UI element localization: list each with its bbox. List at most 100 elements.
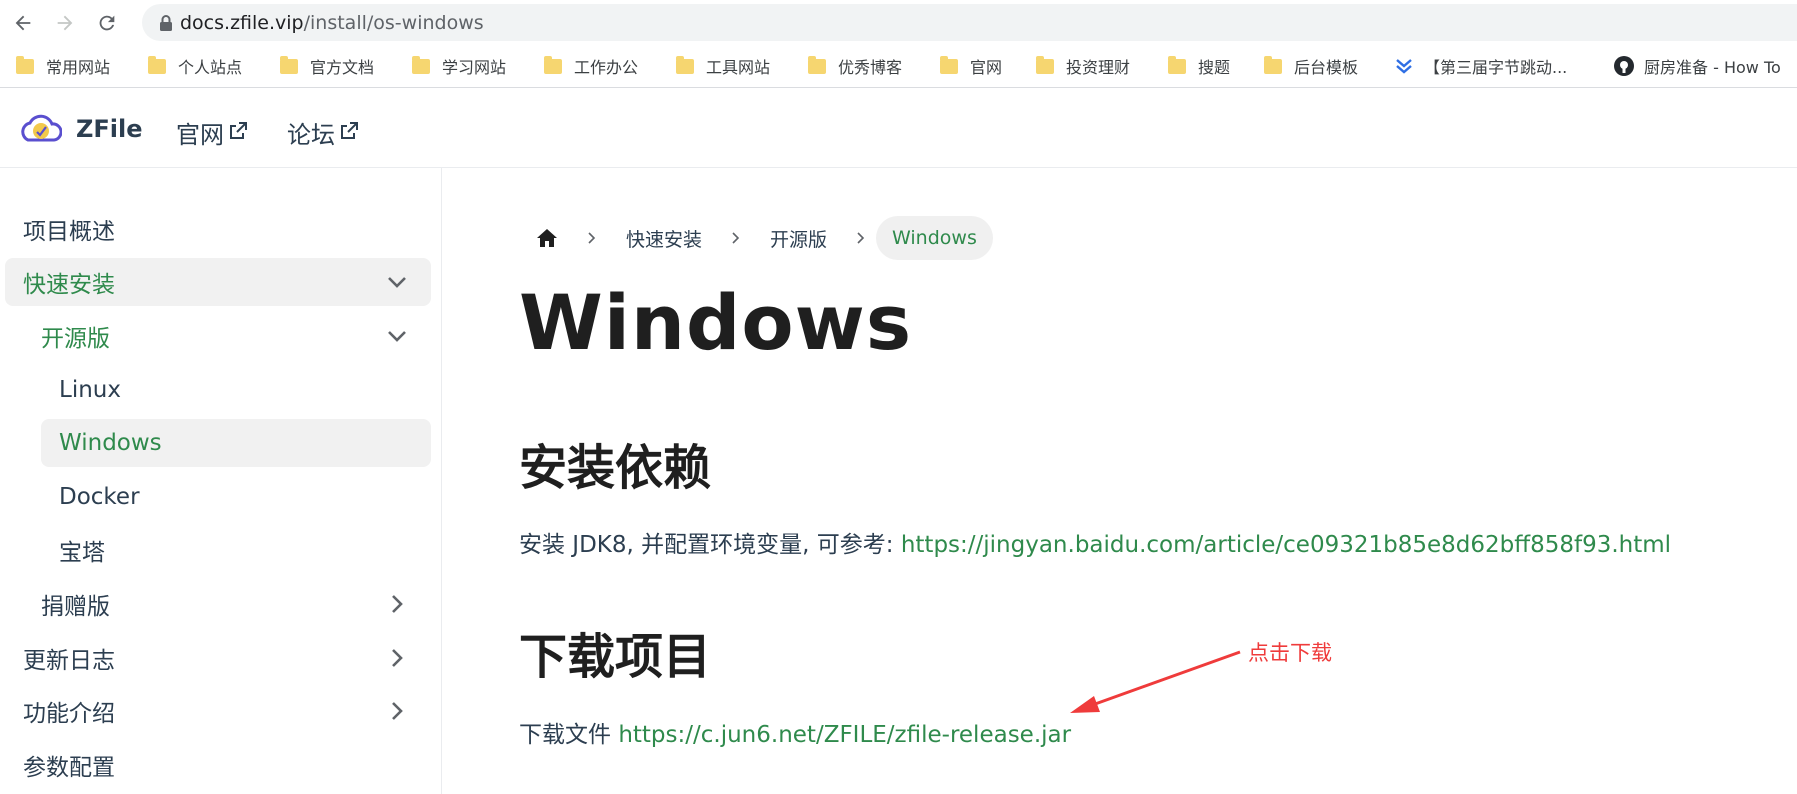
sidebar-item-label: 项目概述 [23,219,115,245]
bookmark-folder[interactable]: 工具网站 [676,54,770,78]
bookmark-label: 常用网站 [46,58,111,77]
sidebar-item-baota[interactable]: 宝塔 [41,526,431,574]
bookmark-folder[interactable]: 后台模板 [1264,54,1358,78]
breadcrumb-item[interactable]: 开源版 [770,225,827,252]
sidebar-item-open-source[interactable]: 开源版 [23,312,431,360]
dependencies-paragraph: 安装 JDK8, 并配置环境变量, 可参考: https://jingyan.b… [519,525,1671,559]
folder-icon [280,55,298,74]
annotation-label: 点击下载 [1248,641,1332,665]
back-button[interactable] [8,8,38,38]
sidebar-item-label: 更新日志 [23,648,115,674]
sidebar-item-quick-install[interactable]: 快速安装 [5,258,431,306]
page-title: Windows [519,278,913,367]
sidebar-item-label: 参数配置 [23,755,115,781]
sidebar-item-label: Linux [59,377,121,403]
sidebar-item-label: Docker [59,484,140,510]
bookmark-label: 官网 [970,58,1003,77]
folder-icon [940,55,958,74]
bookmark-label: 厨房准备 - How To [1644,58,1781,77]
lock-icon [160,15,172,31]
chevron-right-icon [392,649,403,667]
annotation-arrow-icon [1070,650,1241,713]
url-text: docs.zfile.vip/install/os-windows [180,12,484,34]
sidebar-item-features[interactable]: 功能介绍 [5,687,431,735]
chevron-right-icon [732,232,740,244]
section-heading-download: 下载项目 [519,629,712,685]
sidebar-item-label: 功能介绍 [23,701,115,727]
bookmark-label: 官方文档 [310,58,375,77]
external-link-icon [230,121,247,139]
brand-name[interactable]: ZFile [76,115,143,143]
folder-icon [412,55,430,74]
sidebar-item-label: 宝塔 [59,540,105,566]
folder-icon [676,55,694,74]
sidebar-item-changelog[interactable]: 更新日志 [5,634,431,682]
bookmark-label: 搜题 [1198,58,1231,77]
bookmark-folder[interactable]: 工作办公 [544,54,638,78]
sidebar-item-label: Windows [59,430,162,456]
bookmark-folder[interactable]: 投资理财 [1036,54,1130,78]
bookmark-folder[interactable]: 个人站点 [148,54,242,78]
nav-official-site[interactable]: 官网 [176,115,248,150]
bookmark-label: 优秀博客 [838,58,903,77]
url-path: /install/os-windows [303,12,484,34]
section-heading-dependencies: 安装依赖 [519,440,712,496]
home-icon[interactable] [536,227,558,249]
chevron-right-icon [392,702,403,720]
reload-icon [99,15,115,31]
bookmark-link[interactable]: 厨房准备 - How To [1614,54,1781,78]
sidebar-item-donation[interactable]: 捐赠版 [23,580,431,628]
breadcrumb-current: Windows [876,216,993,260]
bookmark-label: 学习网站 [442,58,507,77]
sidebar-item-config[interactable]: 参数配置 [5,741,431,789]
address-bar[interactable]: docs.zfile.vip/install/os-windows [142,4,1797,41]
sidebar-item-overview[interactable]: 项目概述 [5,205,431,253]
chevron-right-icon [392,595,403,613]
forward-button[interactable] [50,8,80,38]
folder-icon [808,55,826,74]
zfile-logo-icon [21,114,62,142]
bookmarks-bar: 常用网站 个人站点 官方文档 学习网站 工作办公 工具网站 优秀博客 官网 投资… [0,44,1797,88]
nav-forum[interactable]: 论坛 [287,115,359,150]
folder-icon [544,55,562,74]
bookmark-label: 后台模板 [1294,58,1359,77]
chevron-down-icon [388,331,406,342]
bookmark-folder[interactable]: 优秀博客 [808,54,902,78]
url-host: docs.zfile.vip [180,12,304,34]
download-jar-link[interactable]: https://c.jun6.net/ZFILE/zfile-release.j… [618,722,1071,748]
breadcrumb: 快速安装 开源版 Windows [520,214,993,262]
sidebar: 项目概述 快速安装 开源版 Linux Windows Docker 宝塔 捐赠… [0,168,442,794]
sidebar-item-docker[interactable]: Docker [41,473,431,521]
bookmark-label: 工作办公 [574,58,639,77]
folder-icon [1168,55,1186,74]
browser-toolbar: docs.zfile.vip/install/os-windows [0,0,1797,44]
arrow-right-icon [57,15,73,31]
external-link-icon [341,121,358,139]
folder-icon [16,55,34,74]
bookmark-folder[interactable]: 常用网站 [16,54,110,78]
reload-button[interactable] [92,8,122,38]
bookmark-link[interactable]: 【第三届字节跳动... [1394,54,1567,78]
bookmark-folder[interactable]: 官网 [940,54,1002,78]
bookmark-folder[interactable]: 搜题 [1168,54,1230,78]
sidebar-item-label: 快速安装 [23,272,115,298]
bookmark-label: 个人站点 [178,58,243,77]
sidebar-item-linux[interactable]: Linux [41,366,431,414]
site-header: ZFile 官网 论坛 [0,88,1797,168]
jdk-guide-link[interactable]: https://jingyan.baidu.com/article/ce0932… [901,532,1671,558]
nav-label: 官网 [176,121,224,149]
folder-icon [1264,55,1282,74]
chevron-down-icon [388,277,406,288]
folder-icon [1036,55,1054,74]
breadcrumb-item[interactable]: 快速安装 [626,225,702,252]
bookmark-folder[interactable]: 学习网站 [412,54,506,78]
bookmark-folder[interactable]: 官方文档 [280,54,374,78]
github-icon [1614,56,1634,76]
sidebar-item-windows[interactable]: Windows [41,419,431,467]
folder-icon [148,55,166,74]
bookmark-label: 投资理财 [1066,58,1131,77]
paragraph-text: 安装 JDK8, 并配置环境变量, 可参考: [519,532,901,558]
paragraph-text: 下载文件 [519,722,619,748]
sidebar-item-label: 捐赠版 [41,594,110,620]
bookmark-label: 【第三届字节跳动... [1424,58,1568,77]
